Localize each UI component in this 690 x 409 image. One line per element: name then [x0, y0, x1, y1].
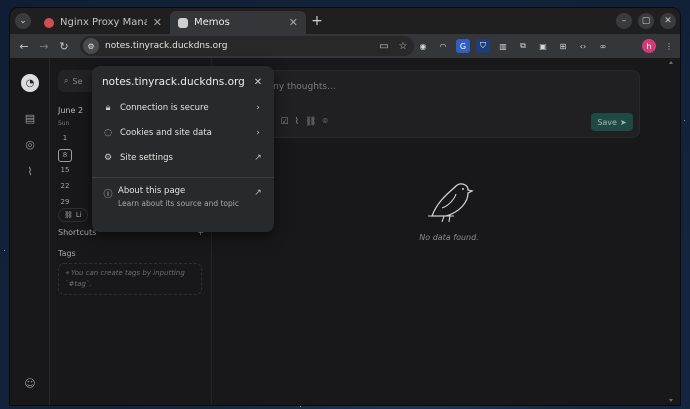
empty-state-text: No data found.	[419, 233, 479, 242]
calendar-day[interactable]: 15	[58, 166, 72, 174]
extension-reader-icon[interactable]: ◠	[436, 39, 450, 53]
paperclip-icon[interactable]: ⌇	[23, 164, 37, 178]
maximize-icon[interactable]: ▢	[638, 13, 654, 29]
calendar-day[interactable]: 22	[58, 182, 72, 190]
devtools-icon[interactable]: ‹›	[576, 39, 590, 53]
reload-icon[interactable]: ↻	[56, 38, 72, 54]
memos-main: Any thoughts... # ☑ ⌇ ⛓ ⌾ Save ➤	[212, 58, 680, 405]
address-bar[interactable]: ⚙ notes.tinyrack.duckdns.org ▭ ☆	[80, 36, 414, 56]
send-icon: ➤	[619, 117, 627, 127]
forward-arrow-icon[interactable]: →	[36, 38, 52, 54]
site-settings-row[interactable]: ⚙ Site settings ↗	[92, 146, 274, 170]
minimize-icon[interactable]: –	[616, 13, 632, 29]
extension-clipboard-icon[interactable]: ▥	[496, 39, 510, 53]
site-info-popup: notes.tinyrack.duckdns.org ✕ 🔒︎ Connecti…	[92, 66, 274, 232]
browser-toolbar: ← → ↻ ⚙ notes.tinyrack.duckdns.org ▭ ☆ ◉…	[10, 34, 680, 58]
cast-icon[interactable]: ▭	[376, 38, 392, 54]
extension-translate-icon[interactable]: G	[456, 39, 470, 53]
nginx-favicon-icon	[44, 17, 54, 28]
popup-title: notes.tinyrack.duckdns.org	[102, 76, 245, 88]
kebab-menu-icon[interactable]: ⋮	[662, 39, 676, 53]
extensions-puzzle-icon[interactable]: ⧉	[516, 39, 530, 53]
about-subtitle: Learn about its source and topic	[118, 199, 239, 208]
links-chip-label: Li	[75, 211, 82, 219]
memo-editor[interactable]: Any thoughts... # ☑ ⌇ ⛓ ⌾ Save ➤	[220, 70, 640, 138]
shortcuts-label: Shortcuts	[58, 228, 97, 237]
calendar-day[interactable]: 1	[58, 134, 72, 142]
extension-target-icon[interactable]: ◉	[416, 39, 430, 53]
save-label: Save	[597, 117, 617, 127]
chevron-down-icon[interactable]: ⌄	[15, 13, 31, 29]
save-button[interactable]: Save ➤	[591, 113, 633, 131]
info-icon: ⓘ	[103, 189, 113, 200]
tags-label: Tags	[58, 249, 76, 258]
calendar-month: June 2	[58, 106, 84, 115]
external-link-icon: ↗	[254, 188, 262, 198]
chevron-right-icon: ›	[256, 128, 260, 138]
close-window-icon[interactable]: ✕	[660, 13, 676, 29]
memos-logo-icon[interactable]: ◔	[21, 74, 39, 92]
row-label: Connection is secure	[120, 103, 209, 113]
library-icon[interactable]: ▤	[23, 111, 37, 125]
cookie-icon: ◌	[104, 128, 112, 138]
url-text[interactable]: notes.tinyrack.duckdns.org	[105, 41, 376, 51]
browser-window: ⌄ Nginx Proxy Manager ✕ Memos ✕ + – ▢ ✕ …	[10, 8, 680, 405]
nav-rail: ◔ ▤ ◎ ⌇ ☺	[10, 58, 50, 405]
calendar-day-today[interactable]: 8	[58, 149, 72, 162]
paperclip-icon[interactable]: ⌇	[295, 117, 299, 127]
popup-divider	[92, 177, 274, 178]
tags-hint-text: You can create tags by inputting `#tag`.	[65, 269, 185, 288]
profile-avatar[interactable]: h	[642, 39, 656, 53]
links-filter-chip[interactable]: ⛓ Li	[58, 208, 88, 222]
link-icon[interactable]: ∞	[596, 39, 610, 53]
screenshot-icon[interactable]: ⊞	[556, 39, 570, 53]
calendar-day[interactable]: 29	[58, 198, 72, 206]
new-tab-icon[interactable]: +	[308, 12, 326, 30]
weekday-header: Sun	[58, 120, 70, 127]
close-icon[interactable]: ✕	[252, 76, 264, 88]
close-icon[interactable]: ✕	[153, 16, 162, 29]
link-icon[interactable]: ⛓	[305, 117, 316, 127]
bitwarden-icon[interactable]: ⛉	[476, 39, 490, 53]
memo-placeholder[interactable]: Any thoughts...	[267, 82, 336, 92]
tags-hint: ⌖ You can create tags by inputting `#tag…	[58, 263, 202, 295]
bird-illustration-icon	[428, 183, 474, 222]
tab-title: Nginx Proxy Manager	[60, 17, 147, 28]
cookies-site-data-row[interactable]: ◌ Cookies and site data ›	[92, 121, 274, 145]
tab-strip: ⌄ Nginx Proxy Manager ✕ Memos ✕ + – ▢ ✕	[10, 8, 680, 34]
star-icon[interactable]: ☆	[395, 38, 411, 54]
lock-icon: 🔒︎	[105, 103, 111, 113]
tab-title: Memos	[194, 17, 230, 28]
scrollbar[interactable]	[668, 58, 674, 405]
search-icon: ⌕	[64, 76, 69, 85]
search-placeholder: Se	[72, 76, 83, 86]
explore-icon[interactable]: ◎	[23, 137, 37, 151]
location-icon[interactable]: ⌾	[322, 117, 327, 127]
row-label: Cookies and site data	[120, 128, 212, 138]
checkbox-icon[interactable]: ☑	[281, 117, 289, 127]
external-link-icon: ↗	[254, 153, 262, 163]
link-icon: ⛓	[64, 211, 73, 219]
tab-nginx-proxy-manager[interactable]: Nginx Proxy Manager ✕	[36, 11, 170, 34]
connection-secure-row[interactable]: 🔒︎ Connection is secure ›	[92, 96, 274, 120]
tune-icon[interactable]: ⚙	[83, 38, 99, 54]
close-icon[interactable]: ✕	[289, 16, 298, 29]
back-arrow-icon[interactable]: ←	[16, 38, 32, 54]
row-label: Site settings	[120, 153, 173, 163]
gear-icon: ⚙	[103, 153, 113, 163]
user-icon[interactable]: ☺	[23, 376, 37, 390]
tab-search-icon[interactable]: ▣	[536, 39, 550, 53]
memos-favicon-icon	[178, 17, 188, 28]
about-this-page-row[interactable]: ⓘ About this page Learn about its source…	[92, 184, 274, 224]
editor-toolbar: # ☑ ⌇ ⛓ ⌾	[267, 117, 328, 127]
chevron-right-icon: ›	[256, 103, 260, 113]
about-title: About this page	[118, 186, 186, 196]
tab-memos[interactable]: Memos ✕	[170, 11, 306, 34]
